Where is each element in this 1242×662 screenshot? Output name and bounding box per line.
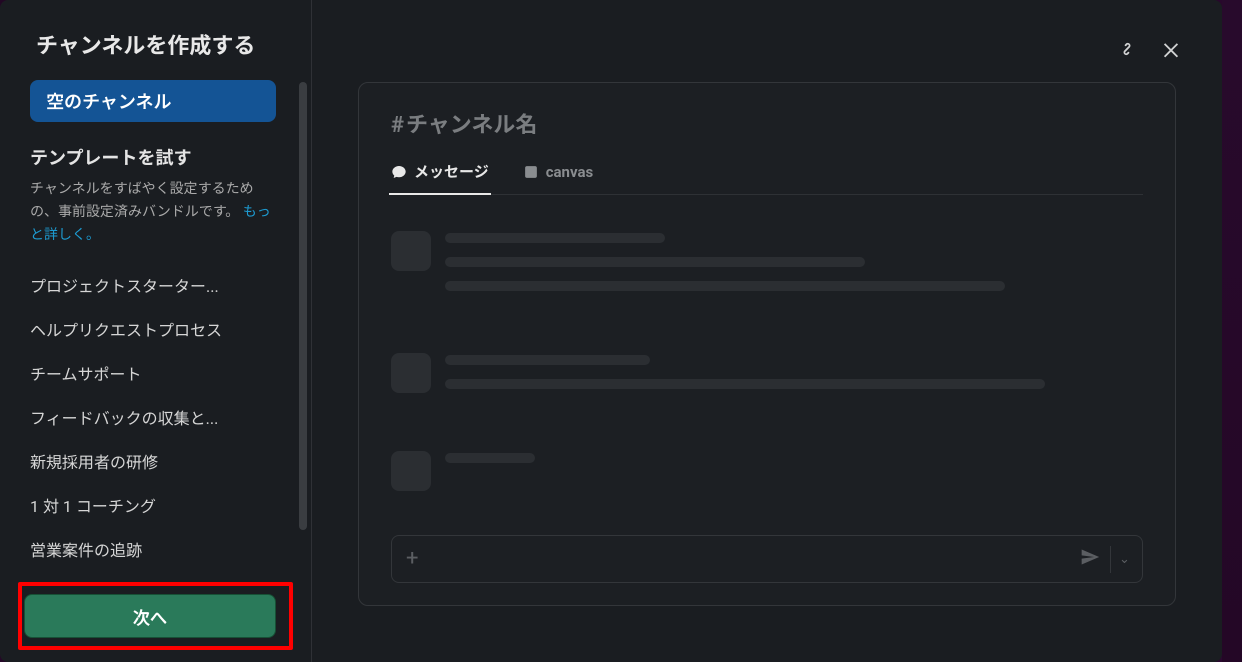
- modal-top-actions: [1116, 38, 1182, 64]
- link-icon[interactable]: [1116, 38, 1138, 64]
- skeleton-line: [445, 233, 665, 243]
- tab-canvas-label: canvas: [546, 163, 593, 181]
- channel-preview-card: #チャンネル名 メッセージ canvas: [358, 82, 1176, 606]
- template-team-support[interactable]: チームサポート: [30, 351, 270, 395]
- template-help-request[interactable]: ヘルプリクエストプロセス: [30, 307, 270, 351]
- skeleton-line: [445, 355, 650, 365]
- next-button[interactable]: 次へ: [24, 594, 276, 638]
- avatar-placeholder: [391, 231, 431, 271]
- modal-title: チャンネルを作成する: [0, 0, 311, 80]
- blank-channel-option[interactable]: 空のチャンネル: [30, 80, 276, 122]
- sidebar-footer: 次へ: [0, 570, 311, 662]
- channel-name-text: チャンネル名: [406, 113, 537, 138]
- template-new-hire[interactable]: 新規採用者の研修: [30, 439, 270, 483]
- skeleton-line: [445, 379, 1045, 389]
- send-icon[interactable]: [1080, 547, 1100, 571]
- tab-messages[interactable]: メッセージ: [391, 161, 489, 194]
- template-feedback[interactable]: フィードバックの収集と...: [30, 395, 270, 439]
- message-skeleton: [391, 451, 1143, 491]
- preview-tabs: メッセージ canvas: [391, 161, 1143, 195]
- message-composer[interactable]: + ⌄: [391, 535, 1143, 583]
- send-options-chevron-icon[interactable]: ⌄: [1110, 546, 1138, 573]
- backdrop-strip: [1222, 0, 1242, 662]
- tab-canvas[interactable]: canvas: [523, 161, 593, 194]
- sidebar-scroll[interactable]: 空のチャンネル テンプレートを試す チャンネルをすばやく設定するための、事前設定…: [0, 80, 311, 570]
- sidebar: チャンネルを作成する 空のチャンネル テンプレートを試す チャンネルをすばやく設…: [0, 0, 312, 662]
- templates-heading: テンプレートを試す: [30, 144, 279, 170]
- message-skeleton: [391, 353, 1143, 403]
- avatar-placeholder: [391, 353, 431, 393]
- templates-description: チャンネルをすばやく設定するための、事前設定済みバンドルです。 もっと詳しく。: [30, 178, 279, 247]
- close-icon[interactable]: [1160, 38, 1182, 64]
- canvas-icon: [523, 164, 539, 180]
- send-button-group: ⌄: [1080, 546, 1138, 573]
- hash-icon: #: [391, 113, 404, 138]
- template-sales-tracking[interactable]: 営業案件の追跡: [30, 527, 270, 570]
- avatar-placeholder: [391, 451, 431, 491]
- channel-name-heading: #チャンネル名: [391, 107, 1143, 139]
- messages-icon: [391, 164, 407, 180]
- plus-icon[interactable]: +: [406, 548, 418, 570]
- tab-messages-label: メッセージ: [414, 161, 489, 182]
- skeleton-line: [445, 281, 1005, 291]
- templates-description-text: チャンネルをすばやく設定するための、事前設定済みバンドルです。: [30, 181, 254, 220]
- message-skeleton: [391, 231, 1143, 305]
- preview-pane: #チャンネル名 メッセージ canvas: [312, 0, 1222, 662]
- template-coaching[interactable]: 1 対 1 コーチング: [30, 483, 270, 527]
- skeleton-line: [445, 453, 535, 463]
- scrollbar[interactable]: [299, 82, 307, 530]
- create-channel-modal: チャンネルを作成する 空のチャンネル テンプレートを試す チャンネルをすばやく設…: [0, 0, 1222, 662]
- skeleton-line: [445, 257, 865, 267]
- message-skeleton-list: [391, 195, 1143, 507]
- template-project-starter[interactable]: プロジェクトスターター...: [30, 263, 270, 307]
